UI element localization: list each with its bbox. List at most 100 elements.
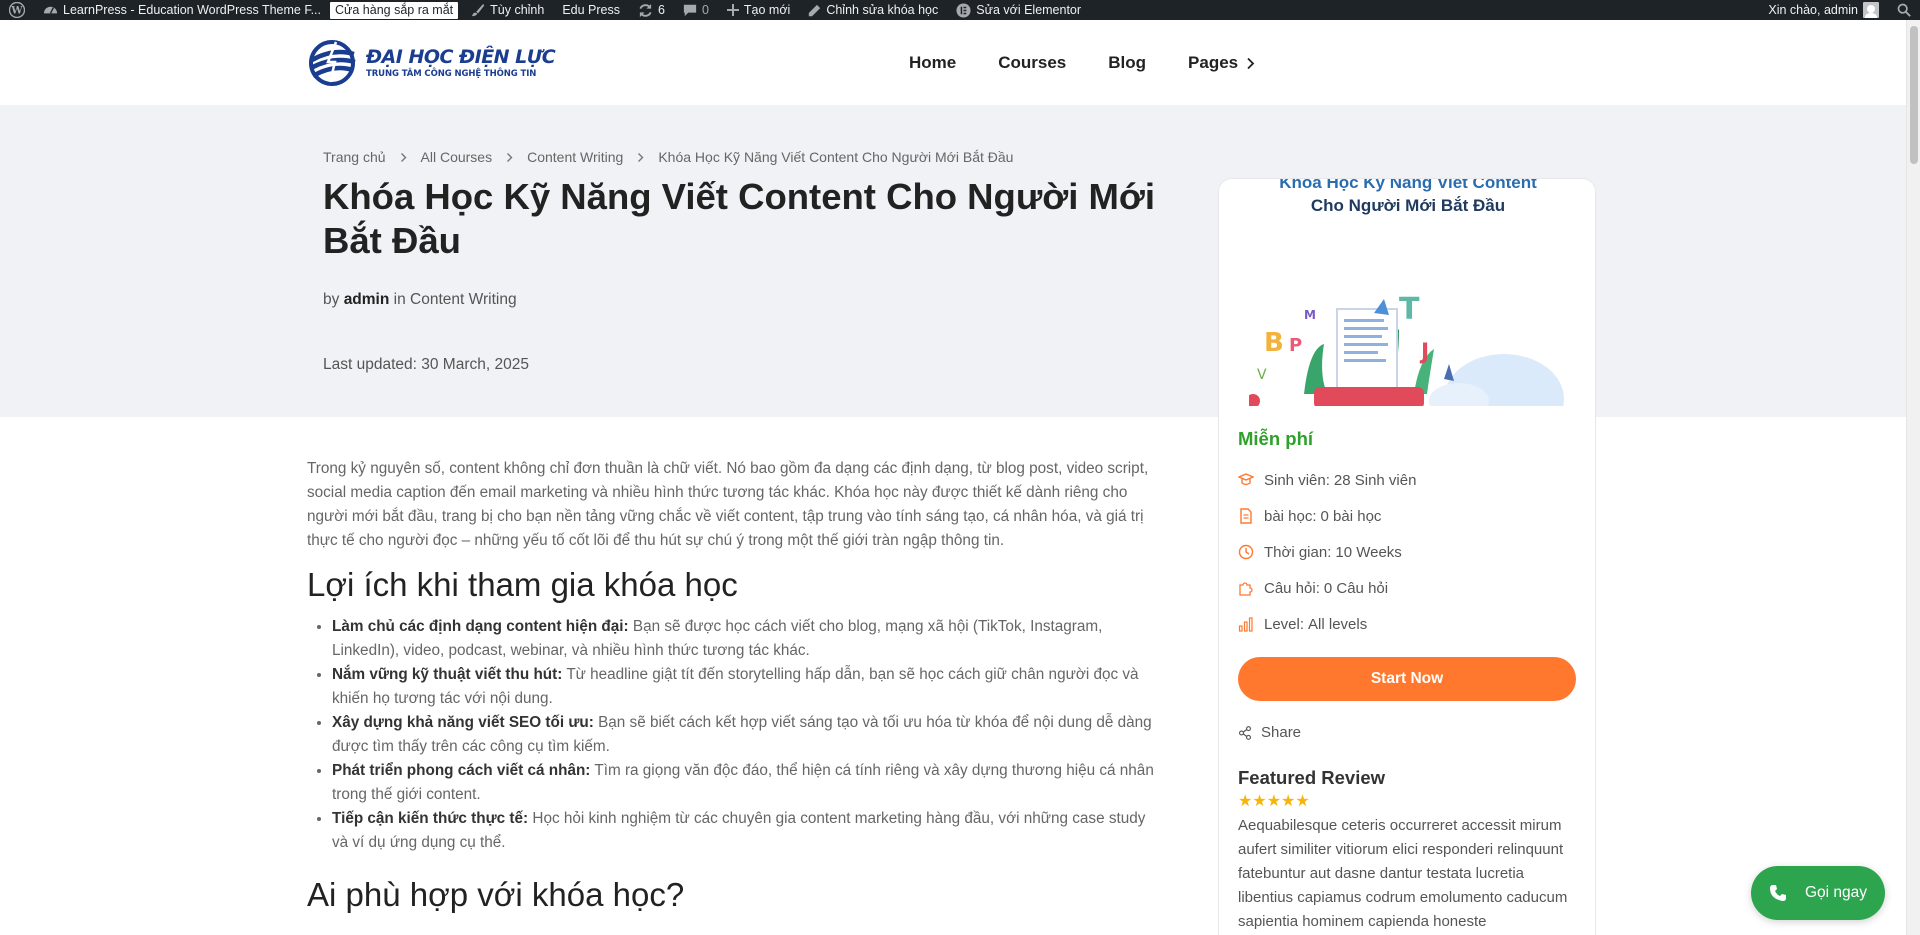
breadcrumb-home[interactable]: Trang chủ bbox=[323, 149, 386, 165]
search-icon bbox=[1897, 3, 1911, 17]
wordpress-icon: W bbox=[9, 2, 25, 18]
customize-label: Tùy chỉnh bbox=[490, 3, 545, 17]
store-status-badge[interactable]: Cửa hàng sắp ra mắt bbox=[329, 1, 459, 19]
main-nav: Home Courses Blog Pages bbox=[909, 53, 1255, 73]
meta-label: bài học: bbox=[1264, 507, 1317, 525]
meta-value: 0 bài học bbox=[1320, 507, 1382, 525]
site-header: ĐẠI HỌC ĐIỆN LỰC TRUNG TÂM CÔNG NGHỆ THÔ… bbox=[0, 20, 1906, 105]
meta-value: 28 Sinh viên bbox=[1333, 471, 1417, 489]
list-item: Tiếp cận kiến thức thực tế: Học hỏi kinh… bbox=[332, 807, 1159, 855]
breadcrumb-chevron-icon bbox=[400, 152, 407, 162]
page-scrollbar[interactable] bbox=[1906, 20, 1920, 935]
meta-label: Level: bbox=[1264, 615, 1305, 633]
course-thumbnail: Khóa Học Kỹ Năng Viết Content Cho Người … bbox=[1219, 179, 1595, 406]
nav-blog[interactable]: Blog bbox=[1108, 53, 1146, 73]
nav-courses[interactable]: Courses bbox=[998, 53, 1066, 73]
updates-icon bbox=[639, 3, 652, 17]
wp-logo-button[interactable]: W bbox=[0, 0, 34, 20]
benefits-list: Làm chủ các định dạng content hiện đại: … bbox=[332, 615, 1159, 855]
elementor-icon bbox=[956, 2, 971, 18]
review-stars: ★★★★★ bbox=[1238, 793, 1310, 810]
breadcrumb-all-courses[interactable]: All Courses bbox=[421, 149, 493, 165]
writing-illustration-icon: B P M V T J bbox=[1249, 292, 1564, 406]
scrollbar-thumb[interactable] bbox=[1910, 26, 1918, 164]
thumbnail-title-line2: Cho Người Mới Bắt Đầu bbox=[1310, 196, 1506, 215]
meta-quizzes: Câu hỏi: 0 Câu hỏi bbox=[1238, 570, 1416, 606]
svg-text:W: W bbox=[10, 6, 23, 17]
meta-value: All levels bbox=[1308, 615, 1368, 633]
elementor-label: Sửa với Elementor bbox=[976, 3, 1082, 17]
benefit-title: Nắm vững kỹ thuật viết thu hút: bbox=[332, 666, 563, 683]
meta-label: Câu hỏi: bbox=[1264, 579, 1320, 597]
meta-value: 0 Câu hỏi bbox=[1323, 579, 1389, 597]
course-hero: Trang chủ All Courses Content Writing Kh… bbox=[0, 105, 1906, 417]
edu-press-label: Edu Press bbox=[562, 3, 621, 17]
in-text: in bbox=[393, 291, 406, 308]
benefit-title: Xây dựng khả năng viết SEO tối ưu: bbox=[332, 714, 594, 731]
course-meta-list: Sinh viên: 28 Sinh viên bài học: 0 bài h… bbox=[1238, 462, 1416, 642]
logo-title: ĐẠI HỌC ĐIỆN LỰC bbox=[366, 46, 556, 68]
share-label: Share bbox=[1261, 724, 1302, 741]
course-byline: by admin in Content Writing bbox=[323, 291, 517, 309]
wp-admin-bar: W LearnPress - Education WordPress Theme… bbox=[0, 0, 1920, 20]
svg-text:T: T bbox=[1399, 292, 1420, 327]
avatar bbox=[1863, 2, 1879, 18]
breadcrumb-chevron-icon bbox=[638, 152, 644, 162]
level-bars-icon bbox=[1238, 617, 1253, 632]
admin-search-button[interactable] bbox=[1888, 0, 1920, 20]
edit-course-link[interactable]: Chỉnh sửa khóa học bbox=[799, 0, 947, 20]
audience-heading: Ai phù hợp với khóa học? bbox=[307, 876, 685, 913]
elementor-edit-link[interactable]: Sửa với Elementor bbox=[947, 0, 1090, 20]
thumbnail-title: Khóa Học Kỹ Năng Viết Content Cho Người … bbox=[1219, 179, 1595, 217]
site-name-menu[interactable]: LearnPress - Education WordPress Theme F… bbox=[34, 0, 330, 20]
edit-course-label: Chỉnh sửa khóa học bbox=[826, 3, 939, 17]
benefits-heading: Lợi ích khi tham gia khóa học bbox=[307, 566, 738, 603]
meta-label: Sinh viên: bbox=[1264, 471, 1330, 489]
svg-text:M: M bbox=[1304, 308, 1316, 322]
breadcrumb-category[interactable]: Content Writing bbox=[527, 149, 623, 165]
puzzle-icon bbox=[1239, 582, 1253, 596]
edu-press-menu[interactable]: Edu Press bbox=[553, 0, 629, 20]
my-account-menu[interactable]: Xin chào, admin bbox=[1759, 0, 1888, 20]
course-price: Miễn phí bbox=[1238, 428, 1314, 449]
greeting-text: Xin chào, admin bbox=[1768, 3, 1858, 17]
breadcrumb-current: Khóa Học Kỹ Năng Viết Content Cho Người … bbox=[658, 149, 1014, 165]
benefit-title: Làm chủ các định dạng content hiện đại: bbox=[332, 618, 629, 635]
call-now-button[interactable]: Gọi ngay bbox=[1751, 866, 1885, 920]
site-logo[interactable]: ĐẠI HỌC ĐIỆN LỰC TRUNG TÂM CÔNG NGHỆ THÔ… bbox=[308, 38, 556, 88]
breadcrumb: Trang chủ All Courses Content Writing Kh… bbox=[323, 149, 1013, 165]
pencil-icon bbox=[809, 4, 821, 16]
category-link[interactable]: Content Writing bbox=[410, 291, 517, 308]
meta-value: 10 Weeks bbox=[1335, 543, 1402, 561]
lesson-file-icon bbox=[1240, 508, 1252, 524]
svg-text:V: V bbox=[1257, 367, 1267, 383]
customize-link[interactable]: Tùy chỉnh bbox=[462, 0, 553, 20]
svg-text:B: B bbox=[1264, 328, 1284, 358]
benefit-title: Tiếp cận kiến thức thực tế: bbox=[332, 810, 529, 827]
meta-lessons: bài học: 0 bài học bbox=[1238, 498, 1416, 534]
course-sidebar-card: Khóa Học Kỹ Năng Viết Content Cho Người … bbox=[1218, 178, 1596, 935]
call-now-label: Gọi ngay bbox=[1804, 884, 1868, 901]
author-link[interactable]: admin bbox=[344, 291, 390, 308]
new-content-menu[interactable]: Tạo mới bbox=[718, 0, 799, 20]
plus-icon bbox=[726, 4, 739, 16]
updates-count: 6 bbox=[658, 3, 665, 17]
comment-icon bbox=[683, 4, 697, 17]
chevron-right-icon bbox=[1247, 57, 1255, 69]
updates-link[interactable]: 6 bbox=[629, 0, 674, 20]
nav-home[interactable]: Home bbox=[909, 53, 956, 73]
student-icon bbox=[1238, 473, 1254, 486]
clock-icon bbox=[1238, 544, 1254, 560]
share-button[interactable]: Share bbox=[1238, 724, 1301, 741]
thumbnail-title-line1: Khóa Học Kỹ Năng Viết Content bbox=[1279, 179, 1537, 192]
breadcrumb-chevron-icon bbox=[507, 152, 513, 162]
comments-link[interactable]: 0 bbox=[674, 0, 718, 20]
start-now-button[interactable]: Start Now bbox=[1238, 657, 1576, 701]
list-item: Phát triển phong cách viết cá nhân: Tìm … bbox=[332, 759, 1159, 807]
nav-pages-label: Pages bbox=[1188, 53, 1239, 72]
meta-duration: Thời gian: 10 Weeks bbox=[1238, 534, 1416, 570]
dashboard-icon bbox=[43, 6, 58, 14]
nav-pages[interactable]: Pages bbox=[1188, 53, 1255, 73]
by-text: by bbox=[323, 291, 340, 308]
list-item: Xây dựng khả năng viết SEO tối ưu: Bạn s… bbox=[332, 711, 1159, 759]
